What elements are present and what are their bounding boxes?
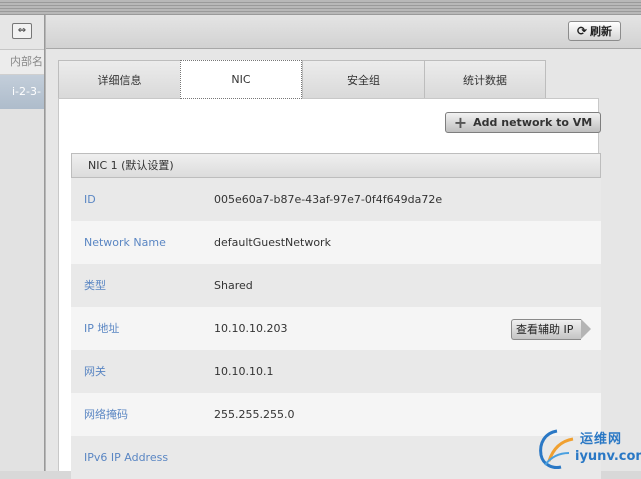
detail-row-network-name: Network Name defaultGuestNetwork (71, 221, 601, 264)
left-column-header[interactable]: 内部名 (0, 50, 44, 75)
site-watermark: 运维网 iyunv.com (535, 423, 641, 471)
refresh-label: 刷新 (590, 25, 613, 38)
tab-details[interactable]: 详细信息 (58, 60, 180, 98)
refresh-icon: ⟳ (576, 24, 588, 38)
nic-tab-content: + Add network to VM NIC 1 (默认设置) ID 005e… (58, 98, 601, 479)
row-value: defaultGuestNetwork (214, 236, 331, 249)
row-label: 类型 (84, 279, 106, 292)
watermark-line2: iyunv.com (575, 449, 641, 464)
tab-statistics[interactable]: 统计数据 (424, 60, 546, 98)
row-value: 10.10.10.203 (214, 322, 288, 335)
row-label: ID (84, 193, 96, 206)
row-value: Shared (214, 279, 253, 292)
refresh-button[interactable]: ⟳ 刷新 (568, 21, 621, 41)
tab-security-groups[interactable]: 安全组 (302, 60, 424, 98)
left-toolbar: ⇔ (0, 15, 44, 50)
detail-row-type: 类型 Shared (71, 264, 601, 307)
row-label: IP 地址 (84, 322, 120, 335)
nic-section-header: NIC 1 (默认设置) (71, 153, 601, 178)
button-arrow-shape (581, 319, 591, 339)
detail-row-ip-address: IP 地址 10.10.10.203 查看辅助 IP (71, 307, 601, 350)
detail-panel: ⟳ 刷新 详细信息 NIC 安全组 统计数据 + Add network to … (46, 15, 641, 479)
expand-horizontal-icon[interactable]: ⇔ (12, 23, 32, 39)
row-label: 网关 (84, 365, 106, 378)
row-value: 10.10.10.1 (214, 365, 274, 378)
row-value: 255.255.255.0 (214, 408, 295, 421)
left-list-panel: ⇔ 内部名 i-2-3- (0, 15, 44, 471)
add-network-label: Add network to VM (473, 116, 593, 129)
tab-bar: 详细信息 NIC 安全组 统计数据 (58, 60, 546, 99)
detail-toolbar: ⟳ 刷新 (46, 15, 641, 49)
detail-row-gateway: 网关 10.10.10.1 (71, 350, 601, 393)
nic-details-table: ID 005e60a7-b87e-43af-97e7-0f4f649da72e … (71, 178, 601, 479)
view-secondary-ip-button[interactable]: 查看辅助 IP (511, 319, 581, 340)
add-network-button[interactable]: + Add network to VM (445, 112, 601, 133)
plus-icon: + (453, 112, 468, 132)
top-header-bar (0, 0, 641, 15)
watermark-logo-icon (539, 429, 574, 469)
row-value: 005e60a7-b87e-43af-97e7-0f4f649da72e (214, 193, 443, 206)
row-label: 网络掩码 (84, 408, 128, 421)
watermark-line1: 运维网 (580, 432, 623, 447)
tab-nic[interactable]: NIC (180, 60, 302, 99)
detail-row-ipv6: IPv6 IP Address (71, 436, 601, 479)
row-label: Network Name (84, 236, 166, 249)
row-label: IPv6 IP Address (84, 451, 169, 464)
detail-row-id: ID 005e60a7-b87e-43af-97e7-0f4f649da72e (71, 178, 601, 221)
detail-row-netmask: 网络掩码 255.255.255.0 (71, 393, 601, 436)
left-list-row[interactable]: i-2-3- (0, 75, 44, 109)
